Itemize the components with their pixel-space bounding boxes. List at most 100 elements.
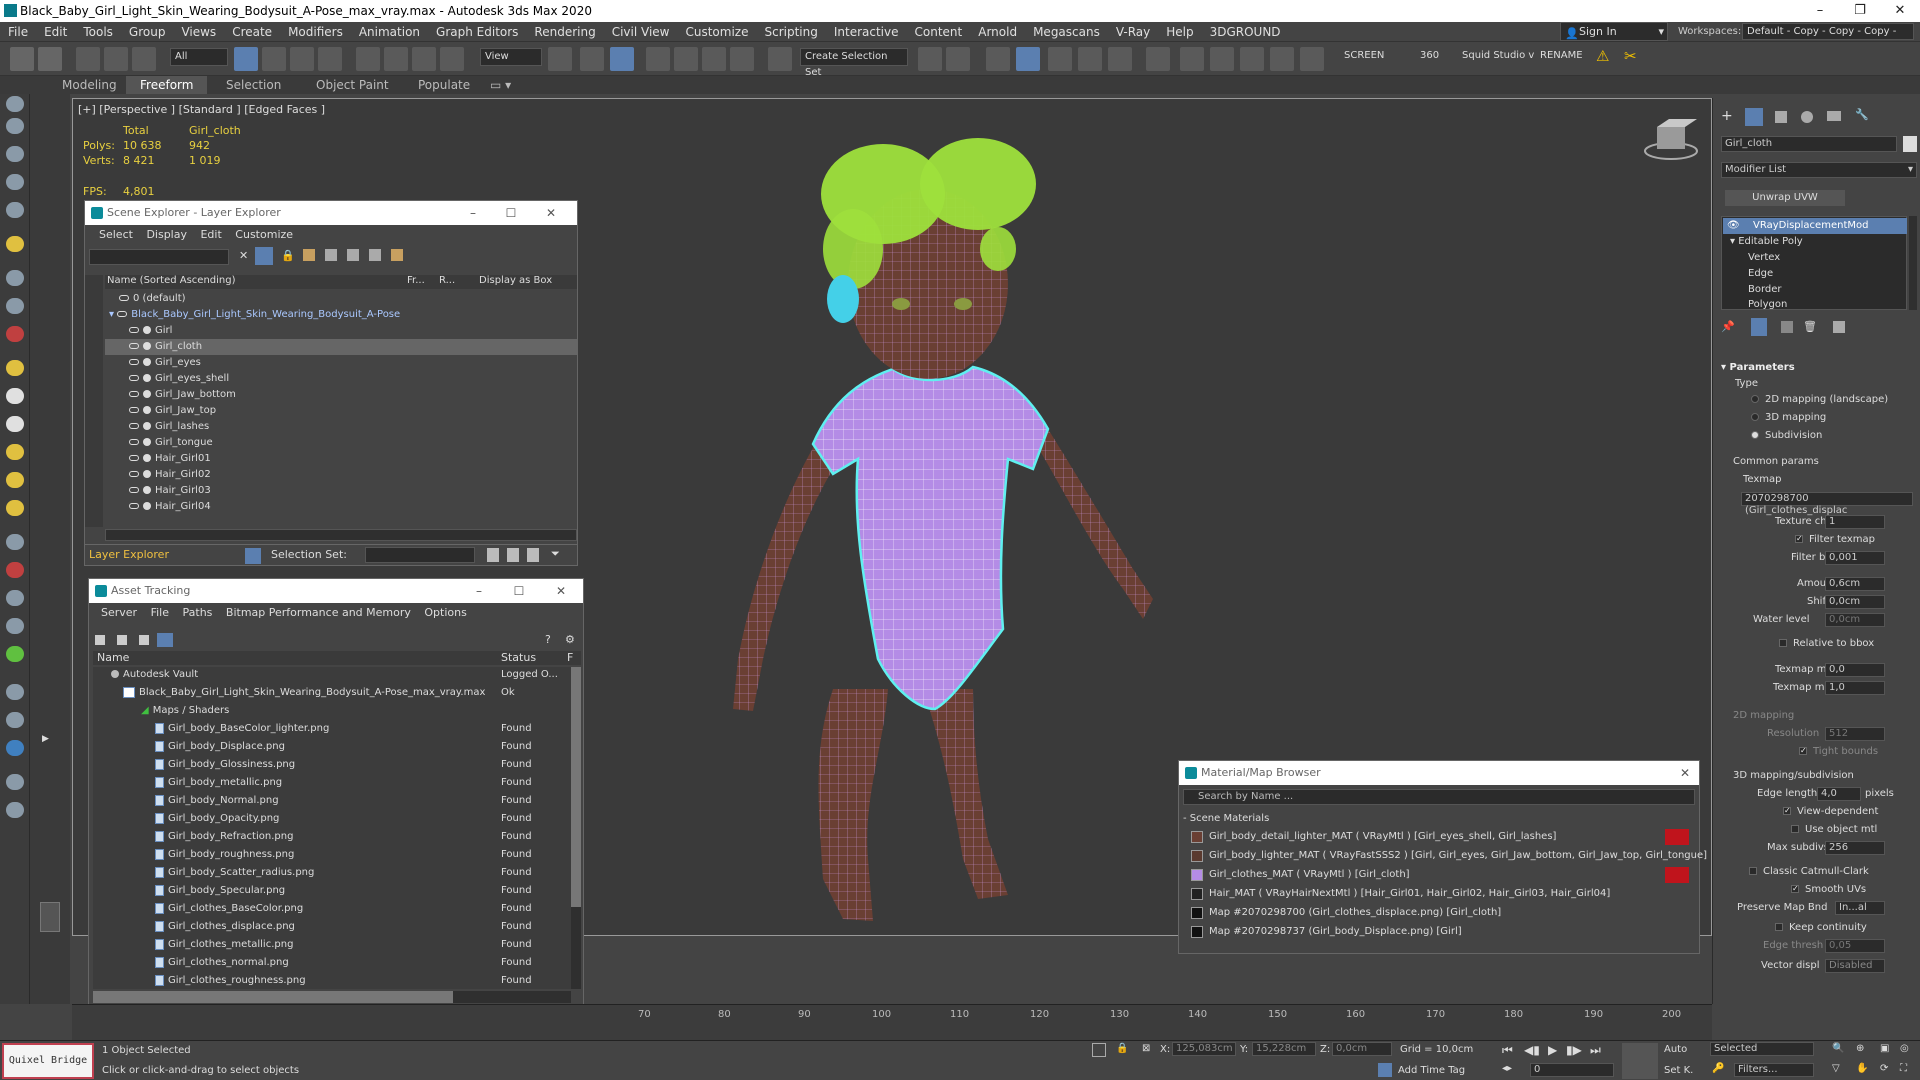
scissors-icon[interactable]: ✂ (1624, 47, 1637, 65)
list-item[interactable]: Girl_body_metallic.png (155, 775, 282, 791)
material-editor-icon[interactable] (1146, 47, 1170, 71)
move-icon[interactable] (356, 47, 380, 71)
left-tool-icon-12[interactable] (6, 416, 24, 432)
column-render[interactable]: R... (439, 275, 455, 286)
squid-studio-button[interactable]: Squid Studio v (1462, 50, 1534, 61)
settings-icon[interactable]: ⚙ (565, 633, 575, 646)
layer-add-icon[interactable] (303, 249, 315, 261)
footer-tool-icon-3[interactable] (527, 548, 539, 562)
close-icon[interactable]: ✕ (1880, 0, 1920, 22)
rendered-frame-icon[interactable] (1210, 47, 1234, 71)
key-filters-icon[interactable] (1622, 1043, 1658, 1079)
left-tool-icon-23[interactable] (6, 740, 24, 756)
next-frame-icon[interactable]: ▮▶ (1566, 1043, 1582, 1057)
tab-freeform[interactable]: Freeform (126, 76, 208, 94)
left-tool-icon-15[interactable] (6, 500, 24, 516)
menu-help[interactable]: Help (1158, 22, 1201, 42)
list-item[interactable]: Girl_clothes_roughness.png (155, 973, 306, 989)
zoom-icon[interactable]: 🔍 (1832, 1043, 1844, 1054)
list-item[interactable]: Girl_body_Specular.png (155, 883, 285, 899)
column-freeze[interactable]: Fr... (407, 275, 425, 286)
list-item[interactable]: Map #2070298737 (Girl_body_Displace.png)… (1189, 924, 1689, 940)
filter-blur-spinner[interactable]: 0,001 (1825, 551, 1885, 565)
bind-space-warp-icon[interactable] (132, 47, 156, 71)
screen-button[interactable]: SCREEN (1344, 50, 1384, 61)
left-tool-icon-19[interactable] (6, 618, 24, 634)
column-full-path[interactable]: F (567, 651, 573, 664)
button-360[interactable]: 360 (1420, 50, 1439, 61)
minimize-icon[interactable]: – (1800, 0, 1840, 22)
layer-mode-icon[interactable] (245, 548, 261, 564)
list-item[interactable]: Girl_clothes_BaseColor.png (155, 901, 303, 917)
absolute-mode-icon[interactable]: ⊠ (1142, 1043, 1150, 1054)
render-cloud-icon[interactable] (1300, 47, 1324, 71)
remove-modifier-icon[interactable]: 🗑 (1803, 320, 1817, 333)
column-status[interactable]: Status (501, 651, 536, 664)
current-frame-input[interactable]: 0 (1530, 1063, 1614, 1077)
table-row[interactable]: ▾ Black_Baby_Girl_Light_Skin_Wearing_Bod… (105, 307, 577, 323)
make-unique-icon[interactable] (1781, 321, 1793, 333)
orbit-icon[interactable]: ◎ (1900, 1043, 1909, 1054)
pan-icon[interactable]: ✋ (1856, 1063, 1868, 1074)
align-icon[interactable] (946, 47, 970, 71)
walk-icon[interactable]: ⟳ (1880, 1063, 1888, 1074)
water-level-spinner[interactable]: 0,0cm (1825, 613, 1885, 627)
tab-populate[interactable]: Populate (418, 76, 470, 94)
filters-button[interactable]: Filters... (1734, 1063, 1814, 1077)
material-search-input[interactable]: Search by Name ... (1183, 789, 1695, 805)
percent-snap-icon[interactable] (702, 47, 726, 71)
select-object-icon[interactable] (234, 47, 258, 71)
amount-spinner[interactable]: 0,6cm (1825, 577, 1885, 591)
layer-options-icon[interactable] (391, 249, 403, 261)
tab-object-paint[interactable]: Object Paint (316, 76, 389, 94)
stack-item-border[interactable]: Border (1722, 282, 1906, 298)
menu-civil-view[interactable]: Civil View (604, 22, 678, 42)
left-tool-icon-8[interactable] (6, 298, 24, 314)
explorer-h-scrollbar[interactable] (105, 529, 577, 541)
table-row-selected[interactable]: Girl_cloth (105, 339, 577, 355)
play-icon[interactable]: ▶ (1548, 1043, 1557, 1057)
left-tool-icon-2[interactable] (6, 118, 24, 134)
auto-key-button[interactable]: Auto (1664, 1044, 1687, 1055)
list-item[interactable]: Girl_body_detail_lighter_MAT ( VRayMtl )… (1189, 829, 1689, 845)
warning-icon[interactable]: ⚠ (1596, 47, 1609, 65)
relative-bbox-checkbox[interactable]: Relative to bbox (1779, 638, 1874, 649)
menu-3dground[interactable]: 3DGROUND (1202, 22, 1289, 42)
keyboard-shortcut-icon[interactable] (610, 47, 634, 71)
hierarchy-tab-icon[interactable] (1775, 111, 1787, 123)
timeline[interactable]: 70 80 90 100 110 120 130 140 150 160 170… (72, 1004, 1712, 1040)
lock-selection-icon[interactable]: 🔒 (1116, 1043, 1128, 1054)
table-row[interactable]: Girl_eyes (105, 355, 577, 371)
filter-texmap-checkbox[interactable]: ✓ Filter texmap (1795, 534, 1875, 545)
refresh-icon[interactable] (95, 635, 105, 645)
select-by-name-icon[interactable] (262, 47, 286, 71)
left-tool-icon-20[interactable] (6, 646, 24, 662)
smooth-uvs-checkbox[interactable]: ✓ Smooth UVs (1791, 884, 1866, 895)
table-row[interactable]: Hair_Girl04 (105, 499, 577, 515)
table-row[interactable]: Girl_Jaw_bottom (105, 387, 577, 403)
texture-chan-spinner[interactable]: 1 (1825, 515, 1885, 529)
render-iterative-icon[interactable] (1270, 47, 1294, 71)
left-tool-icon-24[interactable] (6, 774, 24, 790)
stack-item-vertex[interactable]: Vertex (1722, 250, 1906, 266)
object-color-swatch[interactable] (1903, 136, 1917, 152)
edge-length-spinner[interactable]: 4,0 (1817, 787, 1861, 801)
help-icon[interactable] (6, 802, 24, 818)
list-item[interactable]: Girl_clothes_MAT ( VRayMtl ) [Girl_cloth… (1189, 867, 1689, 883)
menu-file[interactable]: File (0, 22, 36, 42)
zoom-extents-icon[interactable]: ▣ (1880, 1043, 1889, 1054)
render-setup-icon[interactable] (1180, 47, 1204, 71)
left-tool-icon-13[interactable] (6, 444, 24, 460)
menu-views[interactable]: Views (173, 22, 224, 42)
left-tool-icon-7[interactable] (6, 270, 24, 286)
window-crossing-icon[interactable] (318, 47, 342, 71)
left-tool-icon-11[interactable] (6, 388, 24, 404)
texmap-max-spinner[interactable]: 1,0 (1825, 681, 1885, 695)
view-dependent-checkbox[interactable]: ✓ View-dependent (1783, 806, 1878, 817)
snap-icon[interactable] (646, 47, 670, 71)
list-item[interactable]: Girl_body_lighter_MAT ( VRayFastSSS2 ) [… (1189, 848, 1707, 864)
tab-modeling[interactable]: Modeling (62, 76, 117, 94)
pin-stack-icon[interactable]: 📌 (1721, 320, 1735, 333)
layer-tree-icon[interactable] (347, 249, 359, 261)
stack-item-vraydisplacementmod[interactable]: 👁 VRayDisplacementMod (1723, 218, 1907, 234)
